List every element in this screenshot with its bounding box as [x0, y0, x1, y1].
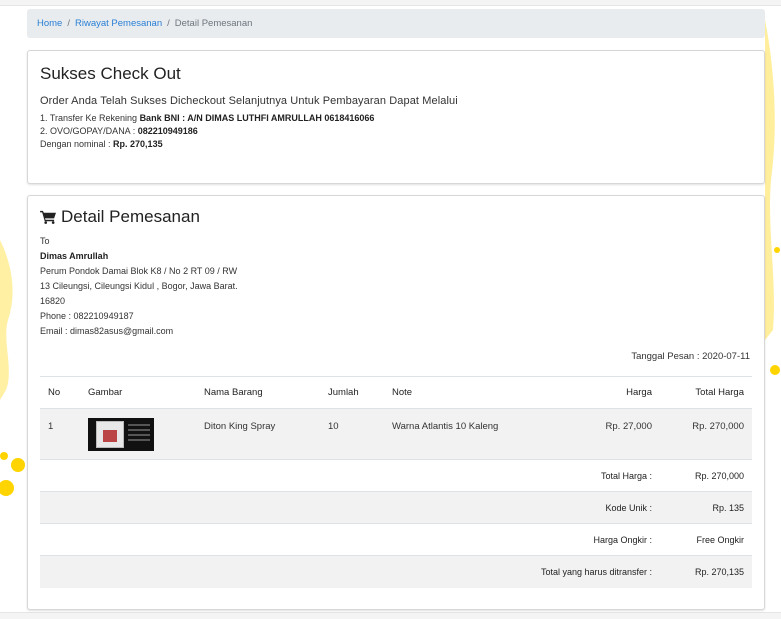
recipient-name-text: Dimas Amrullah: [40, 251, 109, 261]
shipping-address: To Dimas Amrullah Perum Pondok Damai Blo…: [40, 234, 752, 339]
payment-nominal-label: Dengan nominal :: [40, 139, 114, 149]
header-jumlah: Jumlah: [328, 387, 359, 398]
table-row: 1 Diton King Spray 10 Warna Atlantis 10 …: [40, 408, 752, 460]
payment-bank-line: 1. Transfer Ke Rekening Bank BNI : A/N D…: [40, 112, 752, 125]
cell-nama: Diton King Spray: [204, 421, 276, 432]
summary-transfer-label: Total yang harus ditransfer :: [540, 566, 652, 577]
address-line-2: 13 Cileungsi, Cileungsi Kidul , Bogor, J…: [40, 281, 238, 291]
breadcrumb-separator: /: [67, 18, 70, 29]
cell-total: Rp. 270,000: [692, 421, 744, 432]
payment-ewallet-value: 082210949186: [137, 126, 198, 136]
order-items-table: No Gambar Nama Barang Jumlah Note Harga …: [40, 376, 752, 588]
top-divider: [0, 0, 781, 6]
table-header-row: No Gambar Nama Barang Jumlah Note Harga …: [40, 376, 752, 409]
header-harga: Harga: [626, 387, 652, 398]
header-gambar: Gambar: [88, 387, 123, 398]
summary-kode-value: Rp. 135: [712, 502, 744, 513]
summary-ongkir-value: Free Ongkir: [696, 534, 744, 545]
summary-total-row: Total Harga : Rp. 270,000: [40, 459, 752, 492]
payment-ewallet-line: 2. OVO/GOPAY/DANA : 082210949186: [40, 125, 752, 138]
phone: Phone : 082210949187: [40, 311, 134, 321]
summary-kode-label: Kode Unik :: [605, 502, 652, 513]
header-note: Note: [392, 387, 413, 398]
cell-harga: Rp. 27,000: [605, 421, 652, 432]
breadcrumb-home-link[interactable]: Home: [37, 18, 62, 29]
payment-nominal-value: Rp. 270,135: [113, 139, 163, 149]
product-image[interactable]: [88, 418, 154, 451]
payment-nominal-line: Dengan nominal : Rp. 270,135: [40, 138, 752, 151]
checkout-title: Sukses Check Out: [40, 64, 181, 83]
summary-total-value: Rp. 270,000: [694, 470, 744, 481]
order-detail-title: Detail Pemesanan: [61, 207, 200, 226]
summary-ongkir-row: Harga Ongkir : Free Ongkir: [40, 523, 752, 556]
summary-ongkir-label: Harga Ongkir :: [593, 534, 652, 545]
cell-jumlah: 10: [328, 421, 339, 432]
cell-gambar: [80, 409, 196, 460]
payment-bank-value: Bank BNI : A/N DIMAS LUTHFI AMRULLAH 061…: [139, 113, 375, 123]
payment-ewallet-label: 2. OVO/GOPAY/DANA :: [40, 126, 138, 136]
breadcrumb-current: Detail Pemesanan: [174, 18, 253, 29]
to-label: To: [40, 236, 50, 246]
order-detail-heading: Detail Pemesanan: [40, 207, 752, 227]
summary-kode-row: Kode Unik : Rp. 135: [40, 491, 752, 524]
payment-bank-label: 1. Transfer Ke Rekening: [40, 113, 140, 123]
cell-note: Warna Atlantis 10 Kaleng: [392, 421, 499, 432]
recipient-name: Dimas Amrullah: [40, 249, 752, 264]
background-splash-right: [765, 20, 780, 375]
address-line-1: Perum Pondok Damai Blok K8 / No 2 RT 09 …: [40, 266, 238, 276]
header-nama: Nama Barang: [204, 387, 263, 398]
postal-code: 16820: [40, 296, 66, 306]
header-no: No: [48, 387, 61, 398]
cell-no: 1: [48, 421, 54, 432]
summary-transfer-value: Rp. 270,135: [694, 566, 744, 577]
summary-transfer-row: Total yang harus ditransfer : Rp. 270,13…: [40, 555, 752, 588]
order-date: Tanggal Pesan : 2020-07-11: [631, 351, 750, 362]
breadcrumb: Home / Riwayat Pemesanan / Detail Pemesa…: [27, 9, 765, 38]
checkout-success-card: Sukses Check Out Order Anda Telah Sukses…: [27, 50, 765, 184]
breadcrumb-riwayat-link[interactable]: Riwayat Pemesanan: [75, 18, 162, 29]
shopping-cart-icon: [40, 210, 56, 224]
email: Email : dimas82asus@gmail.com: [40, 326, 174, 336]
order-detail-card: Detail Pemesanan To Dimas Amrullah Perum…: [27, 195, 765, 610]
background-splash-left: [0, 240, 25, 496]
header-total: Total Harga: [695, 387, 744, 398]
checkout-lead: Order Anda Telah Sukses Dicheckout Selan…: [40, 95, 458, 107]
summary-total-label: Total Harga :: [600, 470, 652, 481]
breadcrumb-separator: /: [167, 18, 170, 29]
